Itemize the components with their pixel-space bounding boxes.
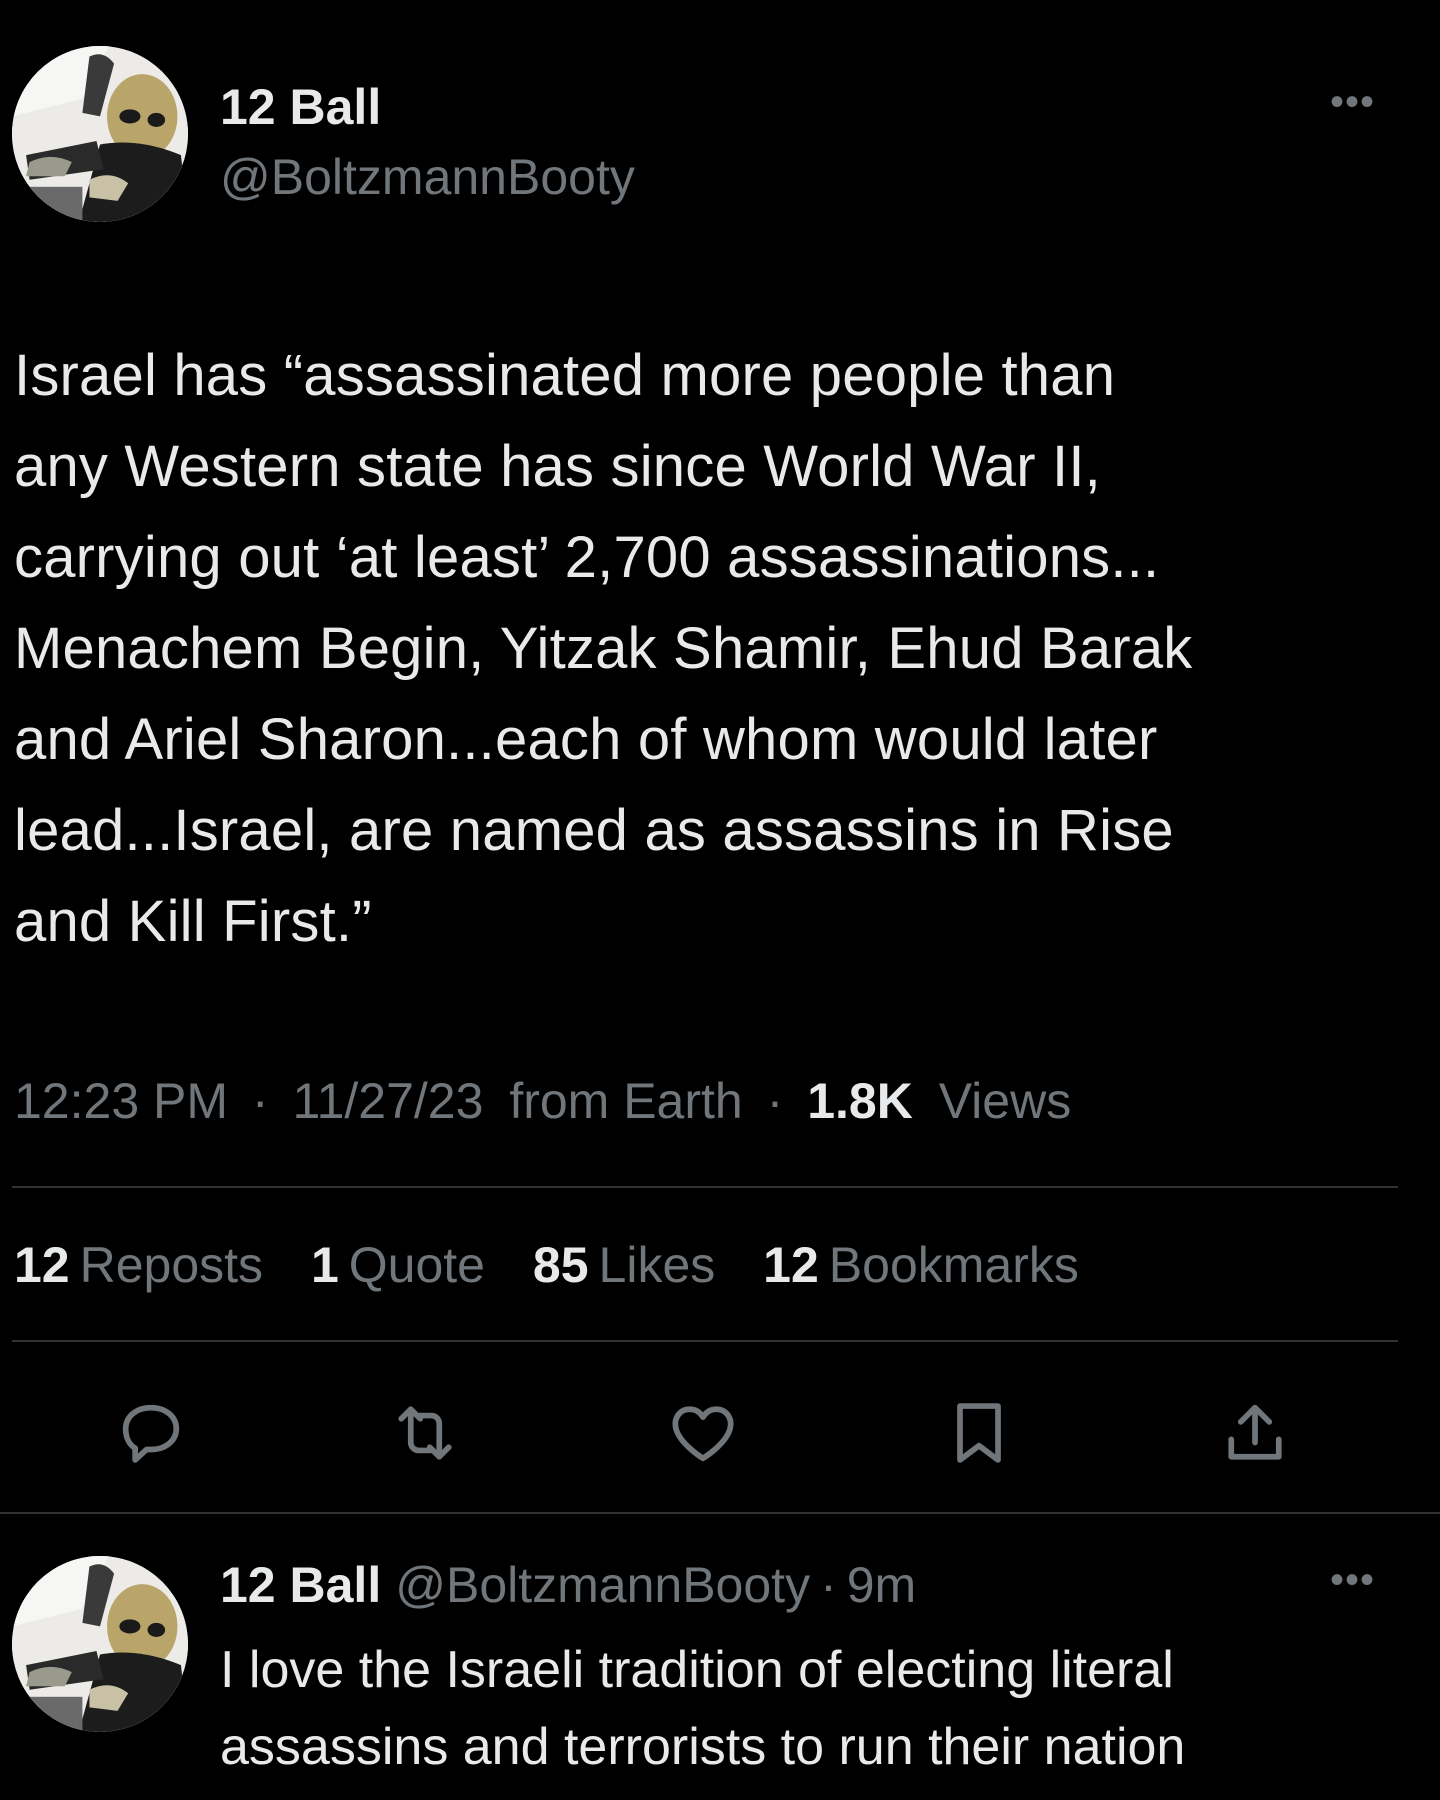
- bookmarks-stat[interactable]: 12 Bookmarks: [763, 1236, 1079, 1294]
- alien-avatar-icon: [12, 46, 188, 222]
- reply-button[interactable]: [106, 1388, 196, 1478]
- quotes-count: 1: [310, 1237, 339, 1293]
- views-label[interactable]: Views: [939, 1073, 1071, 1129]
- bookmarks-label: Bookmarks: [828, 1237, 1079, 1293]
- reply-text-line: assassins and terrorists to run their na…: [220, 1718, 1186, 1776]
- meta-separator: ·: [766, 1073, 784, 1129]
- tweet-text-line: Menachem Begin, Yitzak Shamir, Ehud Bara…: [14, 616, 1193, 681]
- tweet-time[interactable]: 12:23 PM: [14, 1073, 228, 1129]
- tweet-text-line: any Western state has since World War II…: [14, 434, 1101, 499]
- share-icon: [1228, 1404, 1282, 1460]
- reply-author-handle[interactable]: @BoltzmannBooty: [395, 1557, 810, 1613]
- views-count[interactable]: 1.8K: [807, 1073, 913, 1129]
- reply-author-display-name[interactable]: 12 Ball: [220, 1557, 381, 1613]
- tweet-text-line: and Ariel Sharon...each of whom would la…: [14, 707, 1158, 772]
- bookmark-icon: [957, 1403, 1001, 1463]
- divider: [0, 1512, 1440, 1514]
- likes-stat[interactable]: 85 Likes: [533, 1236, 715, 1294]
- like-button[interactable]: [658, 1388, 748, 1478]
- reply-more-options-icon[interactable]: •••: [1330, 1560, 1375, 1600]
- reply-text-line: I love the Israeli tradition of electing…: [220, 1641, 1174, 1699]
- tweet-meta: 12:23 PM · 11/27/23 from Earth · 1.8K Vi…: [14, 1072, 1071, 1130]
- divider: [12, 1340, 1398, 1342]
- quotes-label: Quote: [348, 1237, 485, 1293]
- reposts-count: 12: [14, 1237, 70, 1293]
- tweet-text-line: Israel has “assassinated more people tha…: [14, 343, 1116, 408]
- reposts-label: Reposts: [79, 1237, 264, 1293]
- author-display-name[interactable]: 12 Ball: [220, 78, 381, 136]
- tweet-date[interactable]: 11/27/23: [292, 1073, 483, 1129]
- author-handle[interactable]: @BoltzmannBooty: [220, 148, 635, 206]
- repost-button[interactable]: [380, 1388, 470, 1478]
- share-button[interactable]: [1210, 1388, 1300, 1478]
- more-options-icon[interactable]: •••: [1330, 82, 1375, 122]
- tweet-text: Israel has “assassinated more people tha…: [14, 330, 1414, 967]
- meta-separator: ·: [251, 1073, 269, 1129]
- reply-header: 12 Ball @BoltzmannBooty · 9m: [220, 1556, 916, 1614]
- likes-label: Likes: [598, 1237, 716, 1293]
- tweet-source: from Earth: [509, 1073, 743, 1129]
- tweet-stats: 12 Reposts 1 Quote 85 Likes 12 Bookmarks: [14, 1236, 1113, 1294]
- like-icon: [672, 1406, 734, 1462]
- bookmark-button[interactable]: [934, 1388, 1024, 1478]
- reply-separator: ·: [820, 1557, 837, 1613]
- reply-icon: [122, 1404, 180, 1463]
- tweet-text-line: and Kill First.”: [14, 889, 372, 954]
- reposts-stat[interactable]: 12 Reposts: [14, 1236, 263, 1294]
- tweet-text-line: lead...Israel, are named as assassins in…: [14, 798, 1174, 863]
- divider: [12, 1186, 1398, 1188]
- reply-text: I love the Israeli tradition of electing…: [220, 1632, 1420, 1786]
- reply-author-avatar[interactable]: [12, 1556, 188, 1732]
- bookmarks-count: 12: [763, 1237, 819, 1293]
- alien-avatar-icon: [12, 1556, 188, 1732]
- repost-icon: [398, 1406, 452, 1460]
- reply-time[interactable]: 9m: [847, 1557, 916, 1613]
- likes-count: 85: [532, 1237, 589, 1293]
- quotes-stat[interactable]: 1 Quote: [311, 1236, 485, 1294]
- tweet-text-line: carrying out ‘at least’ 2,700 assassinat…: [14, 525, 1160, 590]
- author-avatar[interactable]: [12, 46, 188, 222]
- tweet-detail-page: 12 Ball @BoltzmannBooty ••• Israel has “…: [0, 0, 1440, 1800]
